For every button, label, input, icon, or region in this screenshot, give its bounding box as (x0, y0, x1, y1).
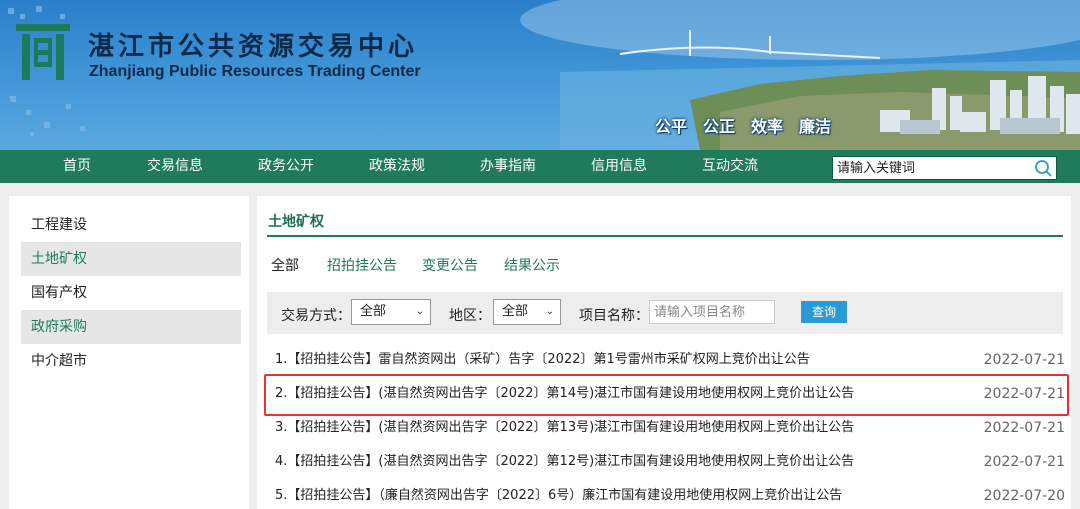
list-item-date: 2022-07-21 (983, 352, 1065, 368)
list-item-date: 2022-07-20 (983, 488, 1065, 504)
list-item[interactable]: 1.【招拍挂公告】雷自然资网出（采矿）告字〔2022〕第1号雷州市采矿权网上竞价… (275, 345, 1065, 375)
list-item-title[interactable]: 4.【招拍挂公告】(湛自然资网出告字〔2022〕第12号)湛江市国有建设用地使用… (275, 447, 854, 477)
trade-method-select[interactable]: 全部 ⌄ (351, 299, 431, 325)
sidebar-item-land-mining[interactable]: 土地矿权 (21, 242, 241, 276)
region-value: 全部 (502, 304, 529, 319)
search-icon[interactable] (1033, 158, 1053, 178)
slogan-group: 公平 公正 效率 廉洁 (652, 112, 834, 138)
nav-item-guide[interactable]: 办事指南 (458, 150, 558, 183)
logo-icon (16, 24, 70, 80)
list-item-date: 2022-07-21 (983, 454, 1065, 470)
search-input[interactable] (837, 158, 1027, 178)
sidebar-item-gov-procurement[interactable]: 政府采购 (21, 310, 241, 344)
tab-change-notice[interactable]: 变更公告 (422, 255, 478, 275)
query-button[interactable]: 查询 (801, 301, 847, 323)
site-subtitle: Zhanjiang Public Resources Trading Cente… (89, 63, 421, 80)
sidebar-item-agency-market[interactable]: 中介超市 (21, 344, 241, 378)
sidebar: 工程建设 土地矿权 国有产权 政府采购 中介超市 (9, 196, 249, 509)
list-item[interactable]: 3.【招拍挂公告】(湛自然资网出告字〔2022〕第13号)湛江市国有建设用地使用… (275, 413, 1065, 443)
sidebar-item-construction[interactable]: 工程建设 (21, 208, 241, 242)
slogan-fairness: 公平 (655, 117, 688, 136)
slogan-justice: 公正 (703, 117, 736, 136)
region-label: 地区： (449, 308, 491, 324)
list-item-title[interactable]: 2.【招拍挂公告】(湛自然资网出告字〔2022〕第14号)湛江市国有建设用地使用… (275, 379, 854, 409)
slogan-integrity: 廉洁 (799, 117, 832, 136)
list-item-title[interactable]: 5.【招拍挂公告】（廉自然资网出告字〔2022〕6号）廉江市国有建设用地使用权网… (275, 481, 842, 509)
trade-method-label: 交易方式： (281, 308, 351, 324)
tab-result-notice[interactable]: 结果公示 (504, 255, 560, 275)
list-item[interactable]: 5.【招拍挂公告】（廉自然资网出告字〔2022〕6号）廉江市国有建设用地使用权网… (275, 481, 1065, 509)
project-name-label: 项目名称： (579, 308, 649, 324)
list-item-date: 2022-07-21 (983, 386, 1065, 402)
chevron-down-icon: ⌄ (415, 306, 424, 317)
filter-bar: 交易方式： 全部 ⌄ 地区： 全部 ⌄ 项目名称： 查询 (267, 292, 1063, 334)
main-content: 土地矿权 全部 招拍挂公告 变更公告 结果公示 交易方式： 全部 ⌄ 地区： 全… (257, 196, 1071, 509)
chevron-down-icon: ⌄ (545, 306, 554, 317)
nav-item-trade-info[interactable]: 交易信息 (125, 150, 225, 183)
nav-item-credit[interactable]: 信用信息 (569, 150, 669, 183)
list-item[interactable]: 4.【招拍挂公告】(湛自然资网出告字〔2022〕第12号)湛江市国有建设用地使用… (275, 447, 1065, 477)
tab-auction-notice[interactable]: 招拍挂公告 (327, 255, 397, 275)
title-divider (267, 235, 1063, 237)
nav-item-policies[interactable]: 政策法规 (347, 150, 447, 183)
list-item-date: 2022-07-21 (983, 420, 1065, 436)
sidebar-item-state-property[interactable]: 国有产权 (21, 276, 241, 310)
nav-item-home[interactable]: 首页 (27, 150, 127, 183)
region-select[interactable]: 全部 ⌄ (493, 299, 561, 325)
site-header: 湛江市公共资源交易中心 Zhanjiang Public Resources T… (0, 0, 1080, 150)
search-box (832, 156, 1057, 180)
page-title: 土地矿权 (268, 214, 324, 230)
nav-item-gov-affairs[interactable]: 政务公开 (236, 150, 336, 183)
nav-item-interaction[interactable]: 互动交流 (680, 150, 780, 183)
list-item-title[interactable]: 1.【招拍挂公告】雷自然资网出（采矿）告字〔2022〕第1号雷州市采矿权网上竞价… (275, 345, 810, 375)
trade-method-value: 全部 (360, 304, 387, 319)
project-name-input[interactable] (649, 300, 775, 324)
slogan-efficiency: 效率 (751, 117, 784, 136)
list-item-title[interactable]: 3.【招拍挂公告】(湛自然资网出告字〔2022〕第13号)湛江市国有建设用地使用… (275, 413, 854, 443)
site-title: 湛江市公共资源交易中心 (88, 32, 419, 62)
tab-all[interactable]: 全部 (271, 255, 299, 275)
list-item[interactable]: 2.【招拍挂公告】(湛自然资网出告字〔2022〕第14号)湛江市国有建设用地使用… (275, 379, 1065, 409)
